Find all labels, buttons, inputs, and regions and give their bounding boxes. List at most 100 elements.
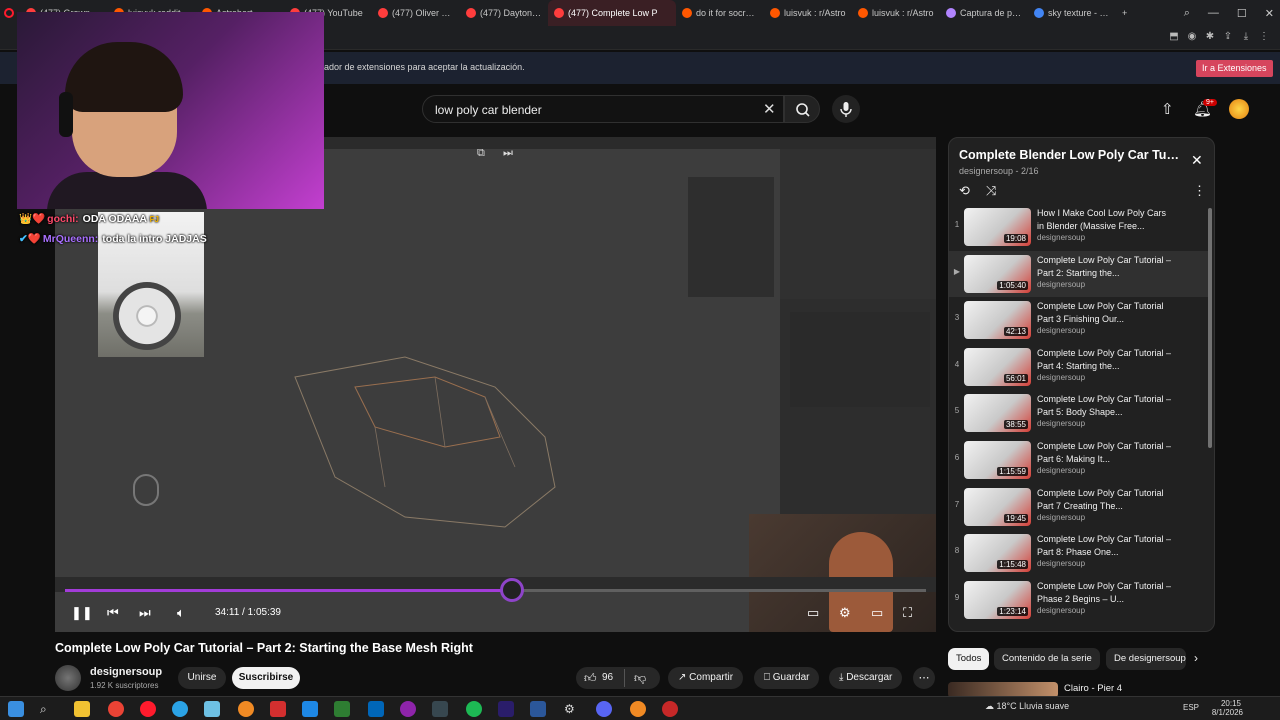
go-to-extensions-button[interactable]: Ir a Extensiones [1196, 60, 1273, 77]
playlist-item[interactable]: 3 42:13 Complete Low Poly Car Tutorial Par… [949, 297, 1208, 343]
upload-icon[interactable]: ⇧ [1161, 100, 1174, 118]
playlist-item[interactable]: ▶ 1:05:40 Complete Low Poly Car Tutorial –… [949, 250, 1208, 297]
video-player[interactable]: ⧉ ⏭ ❚❚ ⏮ ⏭ 🔈︎ 34:11 / 1:05:39 ▭ ⚙ ▭ ⛶ [55, 137, 936, 632]
app-icon[interactable] [432, 701, 448, 717]
previous-icon[interactable]: ⏮ [107, 605, 119, 621]
download-button[interactable]: ⤓ Descargar [829, 667, 903, 689]
video-thumbnail[interactable]: 1:23:14 [964, 580, 1031, 619]
menu-icon[interactable]: ⋮ [1258, 31, 1270, 43]
edge-icon[interactable] [172, 701, 188, 717]
maximize-icon[interactable]: ☐ [1237, 7, 1247, 20]
playlist-scrollbar[interactable] [1208, 208, 1212, 448]
playlist-item-title[interactable]: How I Make Cool Low Poly Cars in Blender… [1037, 207, 1173, 233]
weather-widget[interactable]: ☁ 18°C Lluvia suave [985, 701, 1069, 712]
playlist-item-title[interactable]: Complete Low Poly Car Tutorial – Part 6:… [1037, 440, 1173, 466]
like-count[interactable]: 96 [602, 672, 613, 683]
thumbs-up-icon[interactable]: 👍︎ [584, 671, 597, 686]
close-icon[interactable]: ✕ [1191, 152, 1203, 169]
share-button[interactable]: ↗ Compartir [668, 667, 744, 689]
blender-icon[interactable] [238, 701, 254, 717]
playlist-item-title[interactable]: Complete Low Poly Car Tutorial – Part 8:… [1037, 533, 1173, 559]
blender-icon[interactable] [630, 701, 646, 717]
clock-time[interactable]: 20:15 [1213, 699, 1241, 708]
browser-tab[interactable]: Captura de pan [940, 0, 1028, 26]
browser-tab[interactable]: luisvuk : r/Astro [764, 0, 852, 26]
playlist-item[interactable]: 9 1:23:14 Complete Low Poly Car Tutorial –… [949, 577, 1208, 623]
playlist-item[interactable]: 1 19:08 How I Make Cool Low Poly Cars in B… [949, 204, 1208, 250]
browser-tab[interactable]: (477) Complete Low P [548, 0, 676, 26]
playlist-item[interactable]: 4 56:01 Complete Low Poly Car Tutorial – P… [949, 344, 1208, 390]
chevron-right-icon[interactable]: › [1194, 651, 1198, 665]
windows-start-icon[interactable] [8, 701, 24, 717]
clear-search-icon[interactable]: ✕ [763, 100, 776, 118]
minimize-icon[interactable]: — [1208, 7, 1219, 19]
account-avatar[interactable] [1229, 99, 1249, 119]
discord-icon[interactable] [596, 701, 612, 717]
subscribe-button[interactable]: Suscribirse [232, 667, 300, 689]
extension-icon[interactable]: ◉ [1186, 31, 1198, 43]
close-window-icon[interactable]: ✕ [1265, 7, 1274, 20]
thumbs-down-icon[interactable]: 👎︎ [634, 671, 646, 686]
voice-search-button[interactable] [832, 95, 860, 123]
settings-gear-icon[interactable]: ⚙ [564, 701, 580, 717]
playlist-item-title[interactable]: Complete Low Poly Car Tutorial – Part 4:… [1037, 347, 1173, 373]
vscode-icon[interactable] [368, 701, 384, 717]
playlist-item-title[interactable]: Complete Low Poly Car Tutorial – Phase 2… [1037, 580, 1173, 606]
volume-icon[interactable]: 🔈︎ [177, 605, 185, 621]
save-button[interactable]: ⎕ Guardar [754, 667, 820, 689]
playlist-item-title[interactable]: Complete Low Poly Car Tutorial Part 7 Cr… [1037, 487, 1173, 513]
playlist-item[interactable]: 6 1:15:59 Complete Low Poly Car Tutorial –… [949, 437, 1208, 483]
app-icon[interactable] [400, 701, 416, 717]
video-thumbnail[interactable]: 19:08 [964, 208, 1031, 246]
search-input[interactable]: low poly car blender [435, 103, 542, 117]
photos-icon[interactable] [302, 701, 318, 717]
progress-bar[interactable] [65, 589, 926, 592]
miniplayer-icon[interactable]: ⧉ [477, 147, 485, 160]
video-thumbnail[interactable]: 42:13 [964, 301, 1031, 340]
search-icon[interactable]: ⌕ [40, 701, 56, 717]
language-indicator[interactable]: ESP [1183, 703, 1199, 712]
channel-name[interactable]: designersoup [90, 666, 162, 678]
opera-icon[interactable] [140, 701, 156, 717]
pycharm-icon[interactable] [334, 701, 350, 717]
fullscreen-icon[interactable]: ⛶ [903, 605, 912, 621]
word-icon[interactable] [530, 701, 546, 717]
obs-icon[interactable] [662, 701, 678, 717]
chip-series[interactable]: Contenido de la serie [994, 648, 1100, 670]
file-explorer-icon[interactable] [74, 701, 90, 717]
loop-icon[interactable]: ⟲ [959, 183, 970, 199]
channel-avatar[interactable] [55, 665, 81, 691]
download-icon[interactable]: ⤓ [1240, 31, 1252, 43]
browser-tab[interactable]: (477) Daytona L [460, 0, 548, 26]
playlist-item-title[interactable]: Complete Low Poly Car Tutorial – Part 2:… [1037, 254, 1173, 280]
progress-scrubber[interactable] [503, 581, 521, 599]
more-options-icon[interactable]: ⋮ [1193, 183, 1206, 199]
video-thumbnail[interactable]: 38:55 [964, 394, 1031, 433]
search-tabs-icon[interactable]: ⌕ [1184, 7, 1190, 20]
shuffle-icon[interactable]: ⤨ [986, 183, 996, 199]
subtitles-icon[interactable]: ▭ [807, 605, 819, 621]
more-actions-button[interactable]: ⋯ [913, 667, 935, 689]
playlist-item[interactable]: 8 1:15:48 Complete Low Poly Car Tutorial –… [949, 530, 1208, 576]
browser-tab[interactable]: sky texture - Bu [1028, 0, 1116, 26]
video-thumbnail[interactable]: 56:01 [964, 347, 1031, 386]
playlist-item[interactable]: 5 38:55 Complete Low Poly Car Tutorial – P… [949, 390, 1208, 436]
chip-all[interactable]: Todos [948, 648, 990, 670]
video-thumbnail[interactable]: 1:15:48 [964, 534, 1031, 573]
settings-gear-icon[interactable]: ⚙ [839, 605, 851, 621]
search-box[interactable]: low poly car blender [422, 95, 784, 123]
playlist-item-title[interactable]: Complete Low Poly Car Tutorial Part 3 Fi… [1037, 300, 1173, 326]
video-thumbnail[interactable]: 19:45 [964, 487, 1031, 526]
chip-channel[interactable]: De designersoup [1106, 648, 1186, 670]
pause-icon[interactable]: ❚❚ [71, 605, 93, 621]
playlist-item[interactable]: 7 19:45 Complete Low Poly Car Tutorial Par… [949, 484, 1208, 530]
join-button[interactable]: Unirse [178, 667, 226, 689]
browser-tab[interactable]: do it for socrate [676, 0, 764, 26]
video-thumbnail[interactable]: 1:15:59 [964, 441, 1031, 479]
theater-mode-icon[interactable]: ▭ [871, 605, 883, 621]
browser-tab[interactable]: luisvuk : r/Astro [852, 0, 940, 26]
clock-date[interactable]: 8/1/2026 [1205, 708, 1243, 717]
spotify-icon[interactable] [466, 701, 482, 717]
chrome-icon[interactable] [108, 701, 124, 717]
browser-tab[interactable]: (477) Oliver Tre [372, 0, 460, 26]
